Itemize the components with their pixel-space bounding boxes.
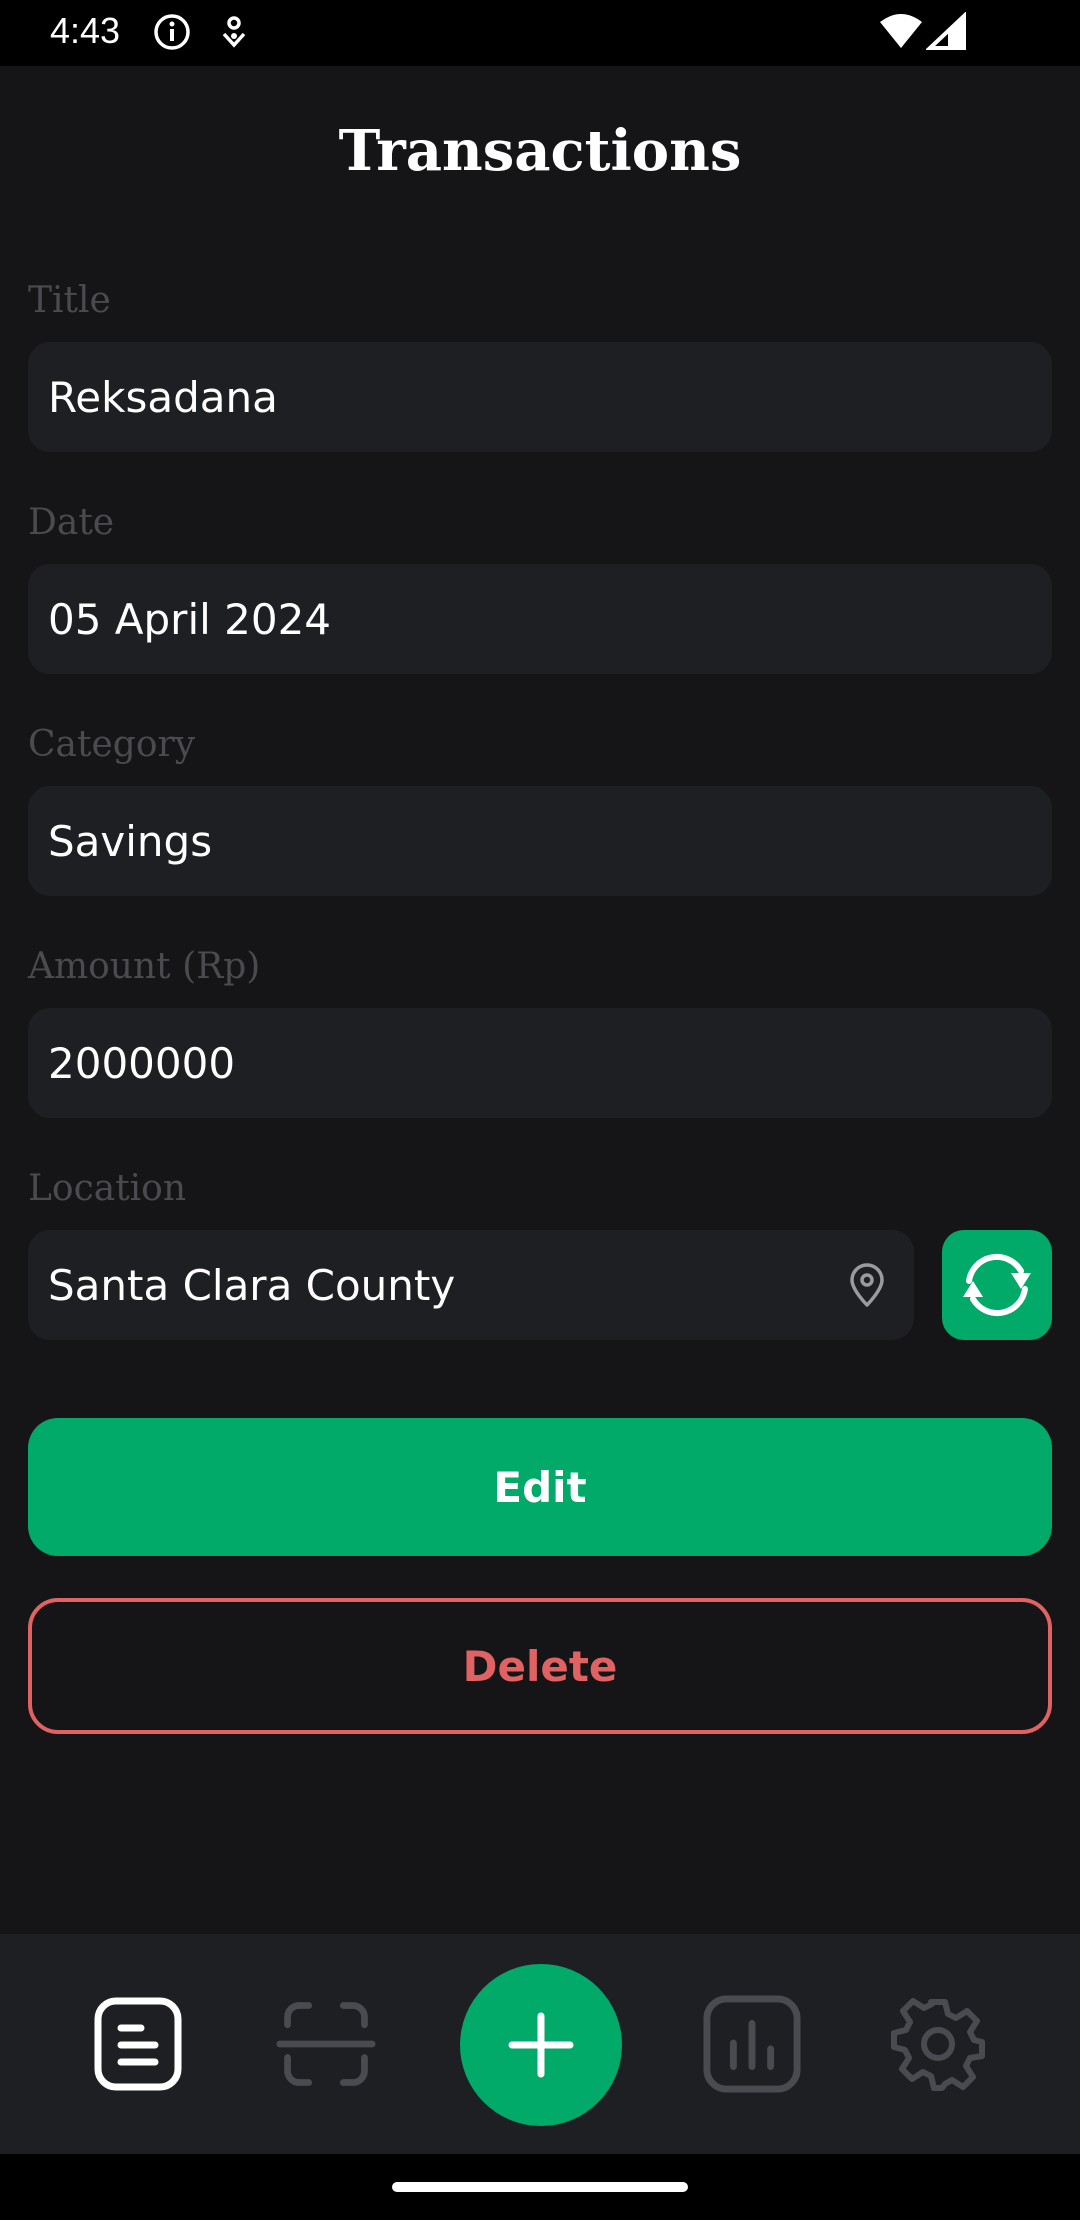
location-pin-icon[interactable] bbox=[842, 1260, 892, 1310]
category-value: Savings bbox=[48, 816, 213, 866]
delete-button-label: Delete bbox=[462, 1641, 618, 1691]
edit-button[interactable]: Edit bbox=[28, 1418, 1052, 1556]
location-label: Location bbox=[28, 1168, 187, 1209]
title-field[interactable]: Reksadana bbox=[28, 342, 1052, 452]
amount-value: 2000000 bbox=[48, 1038, 236, 1088]
nav-transactions[interactable] bbox=[88, 1994, 188, 2094]
category-label: Category bbox=[28, 724, 196, 765]
date-label: Date bbox=[28, 502, 115, 543]
bottom-navigation bbox=[0, 1934, 1080, 2154]
refresh-location-button[interactable] bbox=[942, 1230, 1052, 1340]
notification-icon bbox=[222, 16, 246, 48]
date-field[interactable]: 05 April 2024 bbox=[28, 564, 1052, 674]
nav-stats[interactable] bbox=[702, 1994, 802, 2094]
add-transaction-button[interactable] bbox=[460, 1964, 622, 2126]
edit-button-label: Edit bbox=[493, 1462, 587, 1512]
amount-field[interactable]: 2000000 bbox=[28, 1008, 1052, 1118]
info-icon bbox=[154, 14, 190, 50]
settings-icon bbox=[891, 1998, 985, 2091]
amount-label: Amount (Rp) bbox=[28, 946, 261, 987]
location-value: Santa Clara County bbox=[48, 1260, 456, 1310]
wifi-icon bbox=[880, 14, 922, 48]
transactions-icon bbox=[94, 1997, 182, 2091]
nav-settings[interactable] bbox=[888, 1994, 988, 2094]
gesture-bar bbox=[0, 2154, 1080, 2220]
page-title: Transactions bbox=[338, 118, 742, 184]
delete-button[interactable]: Delete bbox=[28, 1598, 1052, 1734]
home-indicator[interactable] bbox=[392, 2182, 688, 2192]
title-value: Reksadana bbox=[48, 372, 278, 422]
scan-icon bbox=[276, 2002, 376, 2086]
category-field[interactable]: Savings bbox=[28, 786, 1052, 896]
date-value: 05 April 2024 bbox=[48, 594, 332, 644]
stats-icon bbox=[703, 1995, 801, 2093]
location-field[interactable]: Santa Clara County bbox=[28, 1230, 914, 1340]
nav-scan[interactable] bbox=[276, 1994, 376, 2094]
refresh-icon bbox=[963, 1253, 1031, 1317]
status-bar: 4:43 bbox=[0, 0, 1080, 66]
signal-icon bbox=[926, 12, 966, 50]
title-label: Title bbox=[28, 280, 111, 321]
status-time: 4:43 bbox=[50, 10, 121, 51]
app-screen: 4:43 Transactions Title Reksadana Date 0… bbox=[0, 0, 1080, 2220]
add-icon bbox=[508, 2012, 574, 2078]
